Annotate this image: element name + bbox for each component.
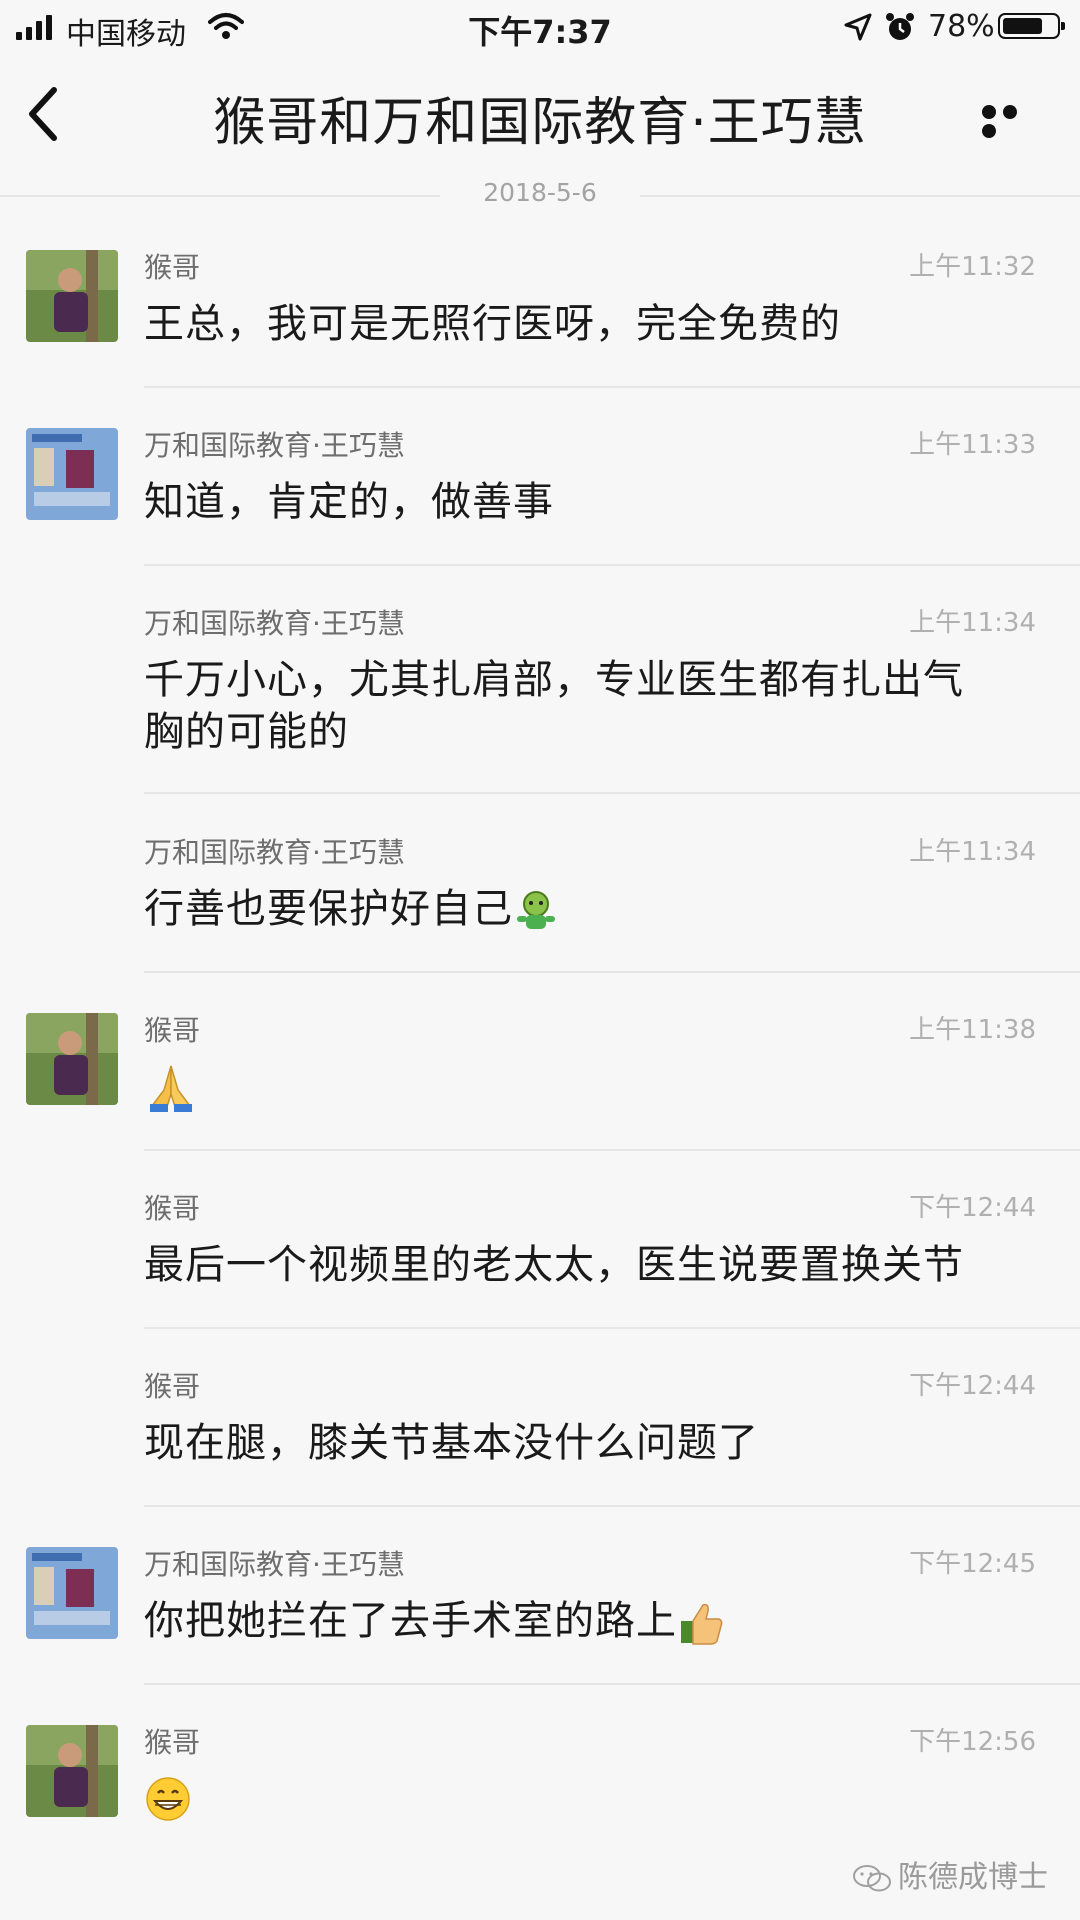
message-text[interactable]: 行善也要保护好自己 bbox=[144, 883, 1004, 935]
avatar-hougge[interactable] bbox=[26, 1013, 118, 1105]
message-item: 万和国际教育·王巧慧 上午11:34 千万小心，尤其扎肩部，专业医生都有扎出气胸… bbox=[0, 596, 1080, 794]
message-time: 下午12:44 bbox=[909, 1371, 1036, 1401]
message-text-content: 知道，肯定的，做善事 bbox=[144, 479, 554, 525]
message-time: 上午11:34 bbox=[909, 608, 1036, 638]
message-text-content: 行善也要保护好自己 bbox=[144, 886, 513, 932]
message-time: 下午12:45 bbox=[909, 1549, 1036, 1579]
battery-percentage: 78% bbox=[928, 9, 995, 44]
message-text[interactable]: 你把她拦在了去手术室的路上 bbox=[144, 1595, 1004, 1647]
message-item: 万和国际教育·王巧慧 下午12:45 你把她拦在了去手术室的路上 bbox=[0, 1537, 1080, 1685]
message-sender: 猴哥 bbox=[144, 1726, 201, 1759]
message-sender: 万和国际教育·王巧慧 bbox=[144, 836, 405, 869]
message-text[interactable]: 知道，肯定的，做善事 bbox=[144, 476, 1004, 528]
message-text[interactable] bbox=[144, 1059, 1004, 1114]
message-sender: 万和国际教育·王巧慧 bbox=[144, 429, 405, 462]
message-time: 上午11:32 bbox=[909, 252, 1036, 282]
message-text[interactable] bbox=[144, 1771, 1004, 1823]
message-text-content: 最后一个视频里的老太太，医生说要置换关节 bbox=[144, 1242, 964, 1288]
avatar-wanhe[interactable] bbox=[26, 1547, 118, 1639]
message-sender: 万和国际教育·王巧慧 bbox=[144, 607, 405, 640]
avatar-hougge[interactable] bbox=[26, 250, 118, 342]
status-time: 下午7:37 bbox=[468, 13, 612, 51]
message-text[interactable]: 最后一个视频里的老太太，医生说要置换关节 bbox=[144, 1239, 1004, 1291]
navigation-bar: 猴哥和万和国际教育·王巧慧 bbox=[0, 54, 1080, 194]
message-time: 上午11:34 bbox=[909, 837, 1036, 867]
message-time: 上午11:38 bbox=[909, 1015, 1036, 1045]
message-divider bbox=[144, 971, 1080, 973]
message-divider bbox=[144, 1149, 1080, 1151]
message-text-content: 现在腿，膝关节基本没什么问题了 bbox=[144, 1420, 759, 1466]
message-sender: 猴哥 bbox=[144, 1370, 201, 1403]
green-figure-emoji bbox=[517, 891, 555, 929]
message-sender: 猴哥 bbox=[144, 1014, 201, 1047]
message-divider bbox=[144, 386, 1080, 388]
message-item: 万和国际教育·王巧慧 上午11:33 知道，肯定的，做善事 bbox=[0, 418, 1080, 566]
more-options-icon[interactable] bbox=[982, 104, 1042, 138]
message-text[interactable]: 现在腿，膝关节基本没什么问题了 bbox=[144, 1417, 1004, 1469]
message-time: 下午12:56 bbox=[909, 1727, 1036, 1757]
praying-hands-emoji bbox=[150, 1065, 192, 1112]
message-divider bbox=[144, 1327, 1080, 1329]
watermark-text: 陈德成博士 bbox=[898, 1860, 1048, 1895]
message-item: 猴哥 上午11:38 bbox=[0, 1003, 1080, 1151]
message-divider bbox=[144, 792, 1080, 794]
date-divider-label: 2018-5-6 bbox=[440, 178, 640, 207]
message-text[interactable]: 王总，我可是无照行医呀，完全免费的 bbox=[144, 298, 1004, 350]
message-item: 猴哥 上午11:32 王总，我可是无照行医呀，完全免费的 bbox=[0, 240, 1080, 388]
message-item: 猴哥 下午12:44 现在腿，膝关节基本没什么问题了 bbox=[0, 1359, 1080, 1507]
wechat-icon bbox=[853, 1864, 891, 1891]
message-divider bbox=[144, 1683, 1080, 1685]
message-divider bbox=[144, 564, 1080, 566]
message-divider bbox=[144, 1505, 1080, 1507]
message-time: 上午11:33 bbox=[909, 430, 1036, 460]
message-item: 猴哥 下午12:56 bbox=[0, 1715, 1080, 1855]
message-sender: 万和国际教育·王巧慧 bbox=[144, 1548, 405, 1581]
watermark: 陈德成博士 bbox=[852, 1852, 1048, 1896]
chat-title: 猴哥和万和国际教育·王巧慧 bbox=[213, 93, 867, 153]
message-sender: 猴哥 bbox=[144, 251, 201, 284]
battery-icon bbox=[998, 13, 1065, 39]
message-text[interactable]: 千万小心，尤其扎肩部，专业医生都有扎出气胸的可能的 bbox=[144, 654, 1004, 758]
message-text-content: 千万小心，尤其扎肩部，专业医生都有扎出气胸的可能的 bbox=[144, 657, 964, 755]
thumbs-up-emoji bbox=[681, 1603, 723, 1645]
message-time: 下午12:44 bbox=[909, 1193, 1036, 1223]
status-bar: 中国移动 下午7:37 78% bbox=[0, 0, 1080, 54]
message-text-content: 王总，我可是无照行医呀，完全免费的 bbox=[144, 301, 841, 347]
location-arrow-icon bbox=[844, 13, 872, 41]
message-item: 万和国际教育·王巧慧 上午11:34 行善也要保护好自己 bbox=[0, 825, 1080, 973]
avatar-wanhe[interactable] bbox=[26, 428, 118, 520]
avatar-hougge[interactable] bbox=[26, 1725, 118, 1817]
message-text-content: 你把她拦在了去手术室的路上 bbox=[144, 1598, 677, 1644]
alarm-clock-icon bbox=[886, 13, 914, 40]
message-item: 猴哥 下午12:44 最后一个视频里的老太太，医生说要置换关节 bbox=[0, 1181, 1080, 1329]
grinning-face-emoji bbox=[146, 1777, 190, 1821]
message-sender: 猴哥 bbox=[144, 1192, 201, 1225]
